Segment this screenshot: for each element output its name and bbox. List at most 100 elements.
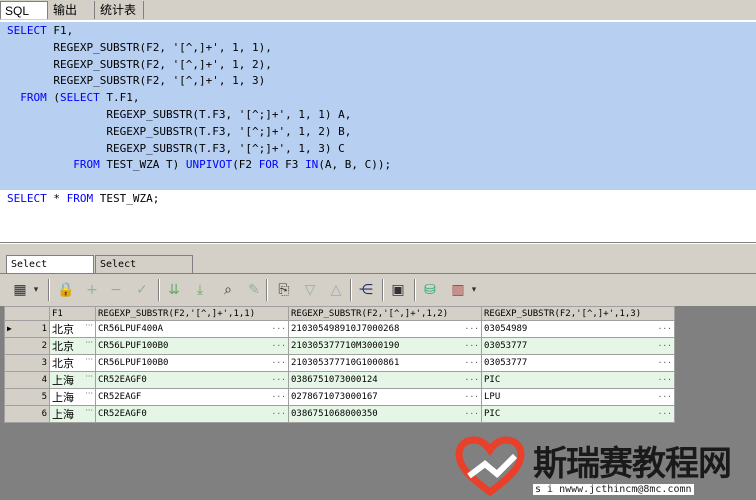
- grid-cell[interactable]: CR56LPUF100B0 ···: [95, 337, 289, 355]
- grid-cell[interactable]: CR52EAGF0 ···: [95, 371, 289, 389]
- grid-cell[interactable]: 北京 ···: [49, 337, 96, 355]
- grid-cell[interactable]: PIC ···: [481, 371, 675, 389]
- cell-text: 5: [41, 392, 47, 402]
- grid-cell[interactable]: PIC ···: [481, 405, 675, 423]
- grid-cell[interactable]: CR52EAGF ···: [95, 388, 289, 406]
- tab-select-select[interactable]: Select select: [6, 255, 94, 288]
- table-row[interactable]: 4 上海 ··· CR52EAGF0 ··· 0386751073000124 ··· PIC…: [4, 371, 675, 389]
- grid-view-icon[interactable]: ▦: [10, 280, 30, 300]
- row-number: 6: [4, 405, 50, 423]
- cell-text: PIC: [484, 409, 501, 419]
- column-header[interactable]: REGEXP_SUBSTR(F2,'[^,]+',1,2): [288, 306, 482, 321]
- result-tab-bar: Select select Select test_wza: [0, 251, 756, 288]
- sql-text: REGEXP_SUBSTR(F2, '[^,]+', 1, 2),: [7, 57, 272, 71]
- grid-cell[interactable]: 03053777 ···: [481, 354, 675, 372]
- table-row[interactable]: 5 上海 ··· CR52EAGF ··· 0278671073000167 ··· LPU ·…: [4, 388, 675, 406]
- grid-cell[interactable]: CR56LPUF400A ···: [95, 320, 289, 338]
- clear-icon[interactable]: ✎: [244, 280, 264, 300]
- cell-editor-button[interactable]: ···: [658, 341, 672, 350]
- column-header[interactable]: REGEXP_SUBSTR(F2,'[^,]+',1,1): [95, 306, 289, 321]
- filter-down-icon[interactable]: ▽: [300, 280, 320, 300]
- row-number: 3: [4, 354, 50, 372]
- sql-keyword: FROM: [73, 158, 100, 172]
- cell-editor-button[interactable]: ···: [658, 324, 672, 333]
- add-row-icon[interactable]: +: [82, 280, 102, 300]
- cell-editor-button[interactable]: ···: [85, 322, 93, 331]
- cell-editor-button[interactable]: ···: [85, 390, 93, 399]
- cell-editor-button[interactable]: ···: [658, 392, 672, 401]
- delete-row-icon[interactable]: −: [106, 280, 126, 300]
- table-row[interactable]: 2 北京 ··· CR56LPUF100B0 ··· 210305377710M30001…: [4, 337, 675, 355]
- sql-text: REGEXP_SUBSTR(F2, '[^,]+', 1, 1),: [7, 40, 272, 54]
- cell-editor-button[interactable]: ···: [465, 358, 479, 367]
- post-changes-icon[interactable]: ✓: [132, 280, 152, 300]
- cell-text: LPU: [484, 392, 501, 402]
- tab-output[interactable]: 输出: [49, 1, 95, 19]
- cell-editor-button[interactable]: ···: [85, 407, 93, 416]
- cell-editor-button[interactable]: ···: [85, 339, 93, 348]
- cell-editor-button[interactable]: ···: [658, 375, 672, 384]
- export-icon[interactable]: ⛁: [420, 280, 440, 300]
- grid-cell[interactable]: 03054989 ···: [481, 320, 675, 338]
- cell-text: 1: [41, 324, 47, 334]
- cell-editor-button[interactable]: ···: [658, 409, 672, 418]
- chart-icon[interactable]: ▥: [448, 280, 468, 300]
- table-row[interactable]: 3 北京 ··· CR56LPUF100B0 ··· 210305377710G10008…: [4, 354, 675, 372]
- filter-up-icon[interactable]: △: [326, 280, 346, 300]
- cell-text: 03053777: [484, 358, 528, 368]
- grid-cell[interactable]: 0386751073000124 ···: [288, 371, 482, 389]
- cell-editor-button[interactable]: ···: [272, 409, 286, 418]
- grid-cell[interactable]: LPU ···: [481, 388, 675, 406]
- lock-icon[interactable]: 🔒: [56, 280, 76, 300]
- fetch-all-icon[interactable]: ⤓: [190, 280, 210, 300]
- save-icon[interactable]: ▣: [388, 280, 408, 300]
- grid-cell[interactable]: 03053777 ···: [481, 337, 675, 355]
- cell-editor-button[interactable]: ···: [465, 392, 479, 401]
- cell-editor-button[interactable]: ···: [272, 324, 286, 333]
- cell-editor-button[interactable]: ···: [465, 409, 479, 418]
- cell-editor-button[interactable]: ···: [272, 358, 286, 367]
- chevron-down-icon[interactable]: ▾: [468, 280, 480, 300]
- cell-editor-button[interactable]: ···: [465, 341, 479, 350]
- find-icon[interactable]: ⌕: [218, 280, 238, 300]
- code-line: FROM (SELECT T.F1,: [7, 89, 139, 106]
- grid-cell[interactable]: 210305498910J7000268 ···: [288, 320, 482, 338]
- cell-text: 上海: [52, 408, 74, 421]
- grid-cell[interactable]: 0278671073000167 ···: [288, 388, 482, 406]
- grid-cell[interactable]: 上海 ···: [49, 371, 96, 389]
- grid-cell[interactable]: 210305377710M3000190 ···: [288, 337, 482, 355]
- sql-keyword: FOR: [258, 158, 279, 172]
- link-icon[interactable]: ⋲: [356, 280, 376, 300]
- cell-editor-button[interactable]: ···: [658, 358, 672, 367]
- query-by-example-icon[interactable]: ⎘: [274, 280, 294, 300]
- grid-cell[interactable]: 北京 ···: [49, 354, 96, 372]
- sql-editor[interactable]: SELECT F1, REGEXP_SUBSTR(F2, '[^,]+', 1,…: [0, 20, 756, 243]
- fetch-next-icon[interactable]: ⇊: [164, 280, 184, 300]
- cell-editor-button[interactable]: ···: [272, 341, 286, 350]
- grid-cell[interactable]: 0386751068000350 ···: [288, 405, 482, 423]
- grid-cell[interactable]: 北京 ···: [49, 320, 96, 338]
- watermark-url: s i nwww.jcthincm@8mc.comn: [533, 484, 694, 495]
- sql-text: *: [46, 192, 67, 205]
- cell-editor-button[interactable]: ···: [85, 356, 93, 365]
- cell-editor-button[interactable]: ···: [465, 375, 479, 384]
- table-row[interactable]: 6 上海 ··· CR52EAGF0 ··· 0386751068000350 ··· PIC…: [4, 405, 675, 423]
- grid-cell[interactable]: CR52EAGF0 ···: [95, 405, 289, 423]
- column-header[interactable]: F1: [49, 306, 96, 321]
- tab-statistics[interactable]: 统计表: [96, 1, 144, 19]
- chevron-down-icon[interactable]: ▾: [30, 280, 42, 300]
- tab-sql[interactable]: SQL: [0, 1, 48, 19]
- cell-editor-button[interactable]: ···: [465, 324, 479, 333]
- grid-cell[interactable]: 上海 ···: [49, 405, 96, 423]
- code-line: REGEXP_SUBSTR(F2, '[^,]+', 1, 3): [7, 72, 265, 89]
- row-number: ▶ 1: [4, 320, 50, 338]
- cell-editor-button[interactable]: ···: [272, 392, 286, 401]
- grid-cell[interactable]: 210305377710G1000861 ···: [288, 354, 482, 372]
- cell-editor-button[interactable]: ···: [272, 375, 286, 384]
- tab-select-test-wza[interactable]: Select test_wza: [95, 255, 193, 288]
- cell-editor-button[interactable]: ···: [85, 373, 93, 382]
- table-row[interactable]: ▶ 1 北京 ··· CR56LPUF400A ··· 210305498910J70002…: [4, 320, 675, 338]
- grid-cell[interactable]: 上海 ···: [49, 388, 96, 406]
- grid-cell[interactable]: CR56LPUF100B0 ···: [95, 354, 289, 372]
- column-header[interactable]: REGEXP_SUBSTR(F2,'[^,]+',1,3): [481, 306, 675, 321]
